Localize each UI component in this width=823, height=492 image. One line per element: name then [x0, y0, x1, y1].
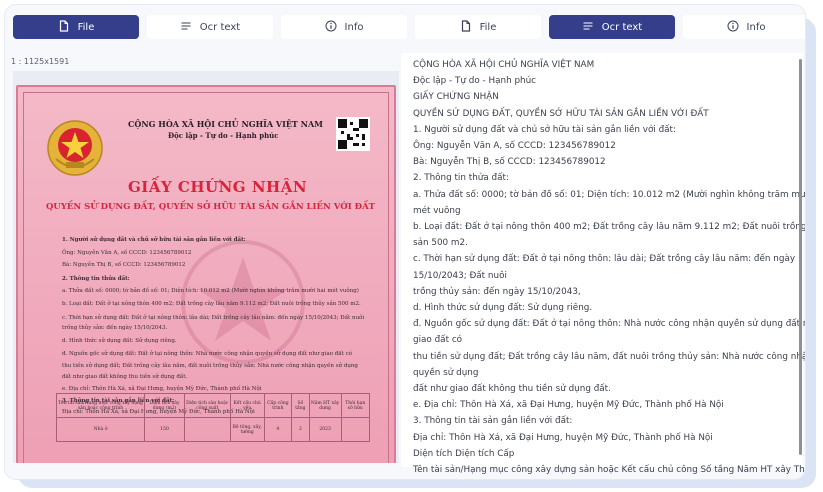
ocr-line: đ. Nguồn gốc sử dụng đất: Đất ở tại nông…: [413, 319, 806, 330]
ocr-line: Tên tài sản/Hạng mục công xây dựng sản h…: [413, 465, 806, 476]
ocr-line: Độc lập - Tự do - Hạnh phúc: [413, 76, 537, 87]
ocr-text-pane: CỘNG HÒA XÃ HỘI CHỦ NGHĨA VIỆT NAM Độc lậ…: [401, 53, 805, 475]
ocr-line: GIẤY CHỨNG NHẬN: [413, 92, 499, 103]
certificate-subtitle: QUYỀN SỬ DỤNG ĐẤT, QUYỀN SỞ HỮU TÀI SẢN …: [46, 202, 375, 212]
tab-label: Ocr text: [601, 21, 643, 33]
certificate-line: d. Hình thức sử dụng đất: Sử dụng riêng.: [62, 338, 177, 344]
ocr-line: mét vuông: [413, 205, 461, 216]
ocr-line: d. Hình thức sử dụng đất: Sử dụng riêng.: [413, 303, 593, 314]
table-cell: 2: [291, 417, 310, 442]
certificate-line: Bà: Nguyễn Thị B, số CCCD: 123456789012: [62, 262, 186, 268]
ocr-line: đất như giao đất không thu tiền sử dụng …: [413, 384, 611, 395]
table-cell: Bê tông, xây, tường: [229, 417, 265, 442]
image-viewport[interactable]: CỘNG HÒA XÃ HỘI CHỦ NGHĨA VIỆT NAM Độc l…: [13, 71, 399, 463]
lines-icon: [180, 20, 192, 35]
table-header-cell: Thời hạn sở hữu: [340, 393, 371, 418]
table-header-row: Tên tài sản/Hạng mục công xây dựng sản h…: [55, 393, 371, 418]
table-cell: [340, 417, 371, 442]
table-cell: 2023: [308, 417, 342, 442]
certificate-motto: Độc lập - Tự do - Hạnh phúc: [168, 131, 279, 140]
ocr-line: Địa chỉ: Thôn Hà Xá, xã Đại Hưng, huyện …: [413, 432, 713, 443]
ocr-line: b. Loại đất: Đất ở tại nông thôn 400 m2;…: [413, 222, 806, 233]
tab-info-left[interactable]: Info: [281, 15, 407, 39]
table-cell: [183, 417, 231, 442]
ocr-line: QUYỀN SỬ DỤNG ĐẤT, QUYỀN SỞ HỮU TÀI SẢN …: [413, 108, 709, 119]
asset-table: Tên tài sản/Hạng mục công xây dựng sản h…: [55, 393, 371, 442]
tab-file-right[interactable]: File: [415, 15, 541, 39]
ocr-line: quyền sử dụng: [413, 367, 479, 378]
certificate-image: CỘNG HÒA XÃ HỘI CHỦ NGHĨA VIỆT NAM Độc l…: [16, 85, 396, 463]
tab-label: File: [77, 21, 95, 33]
ocr-line: sản 500 m2.: [413, 238, 468, 249]
ocr-line: Bà: Nguyễn Thị B, số CCCD: 123456789012: [413, 157, 606, 168]
info-icon: [727, 20, 739, 35]
certificate-line: Ông: Nguyễn Văn A, số CCCD: 123456789012: [62, 250, 192, 256]
ocr-line: 2. Thông tin thửa đất:: [413, 173, 509, 184]
ocr-line: c. Thời hạn sử dụng đất: Đất ở tại nông …: [413, 254, 796, 265]
ocr-text-content: CỘNG HÒA XÃ HỘI CHỦ NGHĨA VIỆT NAM Độc lậ…: [413, 57, 806, 479]
ocr-line: giao đất có: [413, 335, 463, 346]
table-cell: 4: [263, 417, 293, 442]
table-header-cell: Tên tài sản/Hạng mục công xây dựng sản h…: [55, 393, 146, 418]
ocr-line: e. Địa chỉ: Thôn Hà Xá, xã Đại Hưng, huy…: [413, 400, 724, 411]
tab-label: Info: [344, 21, 364, 33]
right-tab-bar: File Ocr text Info: [415, 15, 805, 39]
tab-label: Ocr text: [199, 21, 241, 33]
file-icon: [58, 19, 70, 35]
table-header-cell: Số tầng: [291, 393, 310, 418]
ocr-line: Ông: Nguyễn Văn A, số CCCD: 123456789012: [413, 141, 616, 152]
qr-code-icon: [336, 117, 370, 151]
certificate-line: c. Thời hạn sử dụng đất: Đất ở tại nông …: [62, 315, 365, 321]
tab-info-right[interactable]: Info: [683, 15, 805, 39]
certificate-line: 2. Thông tin thửa đất:: [62, 276, 130, 282]
vertical-scrollbar[interactable]: [799, 59, 802, 455]
ocr-line: 1. Người sử dụng đất và chủ sở hữu tài s…: [413, 124, 676, 135]
lines-icon: [582, 20, 594, 35]
table-header-cell: Năm HT xây dựng: [308, 393, 342, 418]
certificate-line: a. Thửa đất số: 0000; tờ bản đồ số: 01; …: [62, 288, 359, 294]
certificate-line: đ. Nguồn gốc sử dụng đất: Đất ở tại nông…: [62, 351, 353, 357]
tab-ocr-text-left[interactable]: Ocr text: [147, 15, 273, 39]
image-dimensions-label: 1 : 1125x1591: [11, 57, 70, 66]
certificate-title: GIẤY CHỨNG NHẬN: [128, 178, 308, 196]
ocr-line: CỘNG HÒA XÃ HỘI CHỦ NGHĨA VIỆT NAM: [413, 60, 595, 70]
table-row: Nhà ở 150 Bê tông, xây, tường 4 2 2023: [55, 417, 371, 442]
info-icon: [325, 20, 337, 35]
table-header-cell: Diện tích xây dựng (m2): [144, 393, 185, 418]
tab-ocr-text-right[interactable]: Ocr text: [549, 15, 675, 39]
ocr-line: thu tiền sử dụng đất; Đất trồng cây lâu …: [413, 351, 806, 362]
ocr-line: sở: [413, 478, 785, 479]
certificate-line: đất như giao đất không thu tiền sử dụng …: [62, 374, 188, 380]
ocr-line: 15/10/2043; Đất nuôi: [413, 270, 507, 281]
table-cell: Nhà ở: [55, 417, 146, 442]
left-tab-bar: File Ocr text Info: [13, 15, 407, 39]
certificate-line: trồng thủy sản: đến ngày 15/10/2043.: [62, 325, 168, 331]
tab-file-left[interactable]: File: [13, 15, 139, 39]
table-header-cell: Cấp công trình: [263, 393, 293, 418]
national-emblem-icon: [47, 120, 103, 176]
ocr-line: 3. Thông tin tài sản gắn liền với đất:: [413, 416, 573, 427]
certificate-line: thu tiền sử dụng đất; Đất trồng cây lâu …: [62, 363, 358, 369]
document-viewer-window: File Ocr text Info File Ocr text Info 1 …: [4, 4, 806, 480]
table-header-cell: Kết cấu chủ yếu: [229, 393, 265, 418]
certificate-line: b. Loại đất: Đất ở tại nông thôn 400 m2;…: [62, 301, 361, 307]
certificate-line: e. Địa chỉ: Thôn Hà Xá, xã Đại Hưng, huy…: [62, 386, 262, 392]
file-icon: [460, 19, 472, 35]
table-cell: 150: [144, 417, 185, 442]
table-header-cell: Diện tích sàn hoặc công suất: [183, 393, 231, 418]
ocr-line: trồng thủy sản: đến ngày 15/10/2043,: [413, 286, 581, 297]
tab-label: Info: [746, 21, 766, 33]
image-preview-pane: 1 : 1125x1591 CỘNG HÒA XÃ HỘI CHỦ NGHĨA …: [9, 53, 399, 467]
ocr-line: Diện tích Diện tích Cấp: [413, 448, 515, 459]
certificate-header: CỘNG HÒA XÃ HỘI CHỦ NGHĨA VIỆT NAM: [128, 119, 324, 129]
ocr-line: a. Thửa đất số: 0000; tờ bản đồ số: 01; …: [413, 189, 806, 200]
certificate-line: 1. Người sử dụng đất và chủ sở hữu tài s…: [62, 237, 246, 243]
tab-label: File: [479, 21, 497, 33]
